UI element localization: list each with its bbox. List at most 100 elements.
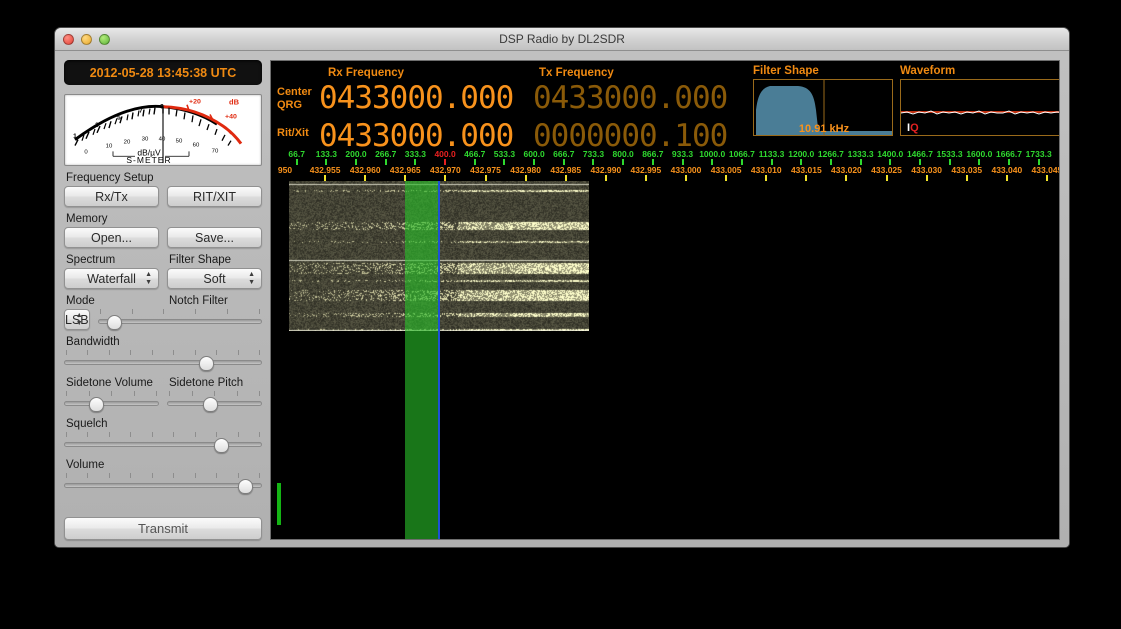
filter-shape-select-value: Soft	[203, 272, 225, 286]
passband-overlay[interactable]	[405, 181, 439, 539]
tx-frequency-header: Tx Frequency	[539, 67, 614, 79]
audio-tick-mark	[503, 159, 505, 165]
audio-tick-mark	[622, 159, 624, 165]
filter-shape-panel-label: Filter Shape	[753, 65, 893, 77]
svg-text:dB: dB	[229, 98, 239, 107]
sidetone-sliders	[64, 391, 262, 412]
tx-center-frequency[interactable]: 0433000.000	[533, 80, 727, 116]
svg-text:S-METER: S-METER	[126, 155, 171, 165]
bandwidth-label: Bandwidth	[66, 336, 262, 348]
waveform-legend-q: Q	[910, 122, 919, 134]
rf-tick-label: 433.015	[791, 165, 822, 175]
slider-track	[64, 442, 262, 447]
app-window: DSP Radio by DL2SDR 2012-05-28 13:45:38 …	[54, 27, 1070, 548]
rx-tx-button[interactable]: Rx/Tx	[64, 186, 159, 207]
waterfall-display[interactable]	[271, 181, 1059, 539]
slider-knob[interactable]	[107, 315, 122, 330]
rf-tick-label: 432.965	[390, 165, 421, 175]
mode-notch-labels: Mode Notch Filter	[64, 289, 262, 309]
spectrum-select-value: Waterfall	[87, 272, 136, 286]
rf-tick-label: 433.005	[711, 165, 742, 175]
rf-tick-label: 432.975	[470, 165, 501, 175]
rf-tick-label: 950	[278, 165, 292, 175]
memory-buttons: Open... Save...	[64, 227, 262, 248]
audio-tick-label: 1400.0	[877, 149, 903, 159]
control-panel: 2012-05-28 13:45:38 UTC 1 3 5 7 9 0 10 2…	[64, 60, 262, 540]
svg-text:70: 70	[212, 148, 219, 154]
rit-xit-button[interactable]: RIT/XIT	[167, 186, 262, 207]
slider-ticks	[64, 350, 262, 356]
slider-ticks	[167, 391, 262, 397]
transmit-button[interactable]: Transmit	[64, 517, 262, 540]
frequency-scale[interactable]: 66.7 133.3 200.0 266.7 333.3 400.0 466.7 533.3 6…	[271, 149, 1059, 181]
svg-text:5: 5	[117, 114, 121, 121]
audio-tick-label: 533.3	[494, 149, 515, 159]
waveform-panel-label: Waveform	[900, 65, 1060, 77]
svg-text:9: 9	[160, 104, 164, 111]
memory-save-button[interactable]: Save...	[167, 227, 262, 248]
audio-tick-label: 266.7	[375, 149, 396, 159]
rf-tick-label: 433.045	[1032, 165, 1060, 175]
rf-tick-label: 433.035	[951, 165, 982, 175]
slider-knob[interactable]	[199, 356, 214, 371]
rf-tick-label: 433.020	[831, 165, 862, 175]
spectrum-select[interactable]: Waterfall ▲ ▼	[64, 268, 159, 289]
memory-open-button[interactable]: Open...	[64, 227, 159, 248]
rf-tick-label: 433.030	[911, 165, 942, 175]
slider-knob[interactable]	[89, 397, 104, 412]
slider-knob[interactable]	[214, 438, 229, 453]
slider-ticks	[98, 309, 262, 315]
audio-tick-label: 1600.0	[966, 149, 992, 159]
waveform-panel: Waveform IQ	[900, 65, 1060, 136]
rf-tick-label: 432.985	[550, 165, 581, 175]
slider-ticks	[64, 473, 262, 479]
svg-text:7: 7	[139, 108, 143, 115]
rx-frequency-header: Rx Frequency	[328, 67, 404, 79]
audio-tick-label: 400.0	[434, 149, 455, 159]
rx-center-frequency[interactable]: 0433000.000	[319, 80, 513, 116]
slider-track	[64, 360, 262, 365]
filter-shape-graph: 10.91 kHz	[753, 79, 893, 136]
filter-shape-select[interactable]: Soft ▲ ▼	[167, 268, 262, 289]
audio-tick-label: 866.7	[642, 149, 663, 159]
center-label: Center	[277, 86, 312, 98]
audio-tick-label: 733.3	[583, 149, 604, 159]
slider-knob[interactable]	[238, 479, 253, 494]
rf-tick-label: 433.010	[751, 165, 782, 175]
svg-text:+40: +40	[225, 113, 237, 120]
sidetone-pitch-slider[interactable]	[167, 391, 262, 412]
volume-slider[interactable]	[64, 473, 262, 494]
audio-tick-label: 1666.7	[996, 149, 1022, 159]
audio-tick-label: 200.0	[345, 149, 366, 159]
chevron-updown-icon: ▲ ▼	[248, 272, 255, 286]
svg-text:30: 30	[142, 137, 149, 143]
squelch-slider[interactable]	[64, 432, 262, 453]
audio-tick-label: 600.0	[523, 149, 544, 159]
svg-text:+20: +20	[189, 99, 201, 106]
spectrum-filter-selects: Waterfall ▲ ▼ Soft ▲ ▼	[64, 268, 262, 289]
svg-text:3: 3	[95, 122, 99, 129]
svg-text:60: 60	[193, 143, 200, 149]
title-bar[interactable]: DSP Radio by DL2SDR	[55, 28, 1069, 51]
volume-label: Volume	[66, 459, 262, 471]
notch-filter-slider[interactable]	[98, 309, 262, 330]
mode-select[interactable]: LSB ▲ ▼	[64, 309, 90, 330]
sidetone-pitch-label: Sidetone Pitch	[169, 377, 262, 389]
slider-knob[interactable]	[203, 397, 218, 412]
slider-track	[64, 401, 159, 406]
rf-tick-label: 432.970	[430, 165, 461, 175]
audio-tick-label: 1466.7	[907, 149, 933, 159]
sidetone-volume-slider[interactable]	[64, 391, 159, 412]
tuning-cursor[interactable]	[438, 181, 440, 539]
s-meter: 1 3 5 7 9 0 10 20 30 40 50 60 70 +20 +40…	[64, 94, 262, 166]
audio-tick-label: 800.0	[613, 149, 634, 159]
audio-tick-label: 66.7	[288, 149, 305, 159]
bandwidth-slider[interactable]	[64, 350, 262, 371]
audio-tick-label: 1733.3	[1026, 149, 1052, 159]
spectrum-filter-labels: Spectrum Filter Shape	[64, 248, 262, 268]
rf-tick-label: 432.995	[631, 165, 662, 175]
audio-tick-label: 1266.7	[818, 149, 844, 159]
svg-text:10: 10	[106, 144, 113, 150]
rf-tick-label: 432.955	[310, 165, 341, 175]
memory-label: Memory	[66, 213, 262, 225]
